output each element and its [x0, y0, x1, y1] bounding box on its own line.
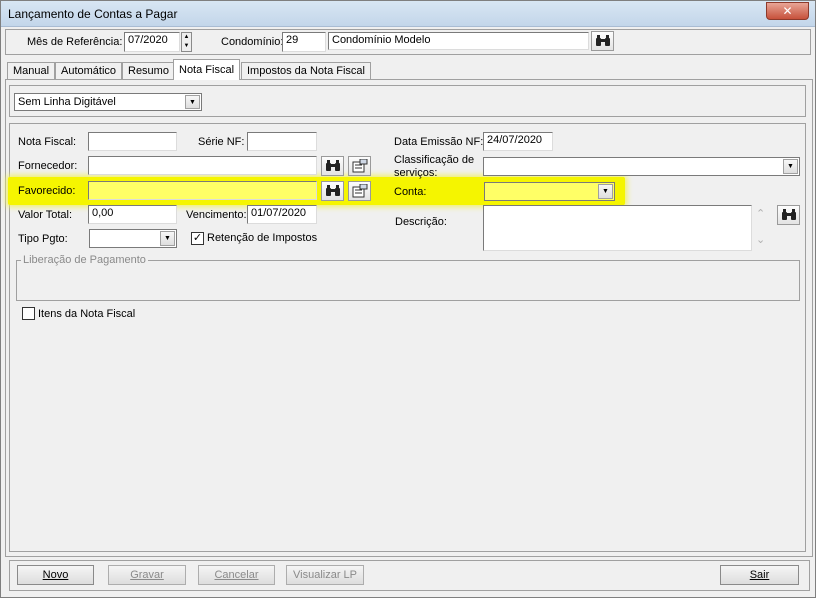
favorecido-label: Favorecido: [18, 185, 76, 197]
cancelar-button-label: Cancelar [214, 569, 259, 581]
retencao-checkbox[interactable]: ✓ [191, 232, 204, 245]
valor-total-field[interactable]: 0,00 [88, 205, 177, 224]
register-form-icon [352, 183, 367, 198]
liberacao-group [16, 260, 800, 301]
novo-button[interactable]: Novo [17, 565, 94, 585]
descricao-label: Descrição: [395, 216, 447, 228]
register-form-icon [352, 158, 367, 173]
tab-automatico[interactable]: Automático [55, 62, 123, 79]
chevron-down-icon[interactable]: ▼ [783, 159, 798, 174]
tab-impostos-nota-fiscal[interactable]: Impostos da Nota Fiscal [241, 62, 371, 79]
binoculars-icon [595, 35, 610, 46]
nota-fiscal-field[interactable] [88, 132, 177, 151]
tab-nota-fiscal[interactable]: Nota Fiscal [173, 59, 241, 80]
conta-combo[interactable]: ▼ [484, 182, 615, 201]
sair-button-label: Sair [749, 569, 770, 581]
linha-digitavel-combo[interactable]: Sem Linha Digitável ▼ [14, 93, 202, 111]
close-icon: ✕ [782, 4, 793, 18]
classificacao-label-1: Classificação de [394, 154, 475, 166]
descricao-scroll-up-icon[interactable]: ⌃ [756, 207, 765, 220]
novo-button-label: Novo [42, 569, 69, 581]
condominio-name-field[interactable]: Condomínio Modelo [328, 32, 589, 50]
descricao-textarea[interactable] [483, 205, 752, 251]
vencimento-label: Vencimento: [186, 209, 247, 221]
main-window: Lançamento de Contas a Pagar ✕ Mês de Re… [0, 0, 816, 598]
close-button[interactable]: ✕ [766, 2, 809, 20]
fornecedor-field[interactable] [88, 156, 317, 175]
gravar-button[interactable]: Gravar [108, 565, 186, 585]
chevron-down-icon[interactable]: ▼ [160, 231, 175, 246]
serie-nf-label: Série NF: [198, 136, 245, 148]
valor-total-label: Valor Total: [18, 209, 73, 221]
mes-referencia-spinner[interactable]: ▲ ▼ [181, 32, 192, 52]
condominio-code-field[interactable]: 29 [282, 32, 326, 52]
fornecedor-search-button[interactable] [321, 156, 344, 176]
itens-nota-fiscal-label[interactable]: Itens da Nota Fiscal [38, 308, 135, 320]
check-icon: ✓ [192, 232, 203, 244]
mes-referencia-label: Mês de Referência: [27, 36, 123, 48]
tab-resumo[interactable]: Resumo [122, 62, 175, 79]
condominio-search-button[interactable] [591, 31, 614, 51]
linha-digitavel-value: Sem Linha Digitável [18, 96, 116, 108]
condominio-label: Condomínio: [221, 36, 284, 48]
gravar-button-label: Gravar [130, 569, 164, 581]
serie-nf-field[interactable] [247, 132, 317, 151]
fornecedor-register-button[interactable] [348, 156, 371, 176]
tipo-pgto-label: Tipo Pgto: [18, 233, 68, 245]
itens-nota-fiscal-checkbox[interactable] [22, 307, 35, 320]
data-emissao-label: Data Emissão NF: [394, 136, 484, 148]
nota-fiscal-label: Nota Fiscal: [18, 136, 77, 148]
chevron-down-icon[interactable]: ▼ [185, 95, 200, 109]
spin-down-icon[interactable]: ▼ [182, 42, 191, 51]
visualizar-lp-button-label: Visualizar LP [293, 569, 357, 581]
window-title: Lançamento de Contas a Pagar [8, 7, 178, 21]
chevron-down-icon[interactable]: ▼ [598, 184, 613, 199]
favorecido-field[interactable] [88, 181, 317, 200]
retencao-label[interactable]: Retenção de Impostos [207, 232, 317, 244]
binoculars-icon [781, 209, 796, 220]
binoculars-icon [325, 185, 340, 196]
tipo-pgto-combo[interactable]: ▼ [89, 229, 177, 248]
vencimento-field[interactable]: 01/07/2020 [247, 205, 317, 224]
favorecido-search-button[interactable] [321, 181, 344, 201]
binoculars-icon [325, 160, 340, 171]
classificacao-label-2: serviços: [394, 167, 438, 179]
descricao-search-button[interactable] [777, 205, 800, 225]
favorecido-register-button[interactable] [348, 181, 371, 201]
spin-up-icon[interactable]: ▲ [182, 33, 191, 42]
conta-label: Conta: [394, 186, 427, 198]
classificacao-combo[interactable]: ▼ [483, 157, 800, 176]
mes-referencia-field[interactable]: 07/2020 [124, 32, 180, 52]
visualizar-lp-button[interactable]: Visualizar LP [286, 565, 364, 585]
tab-manual[interactable]: Manual [7, 62, 56, 79]
sair-button[interactable]: Sair [720, 565, 799, 585]
title-bar: Lançamento de Contas a Pagar ✕ [1, 1, 815, 27]
liberacao-legend: Liberação de Pagamento [21, 254, 148, 266]
data-emissao-field[interactable]: 24/07/2020 [483, 132, 553, 151]
descricao-scroll-down-icon[interactable]: ⌄ [756, 233, 765, 246]
cancelar-button[interactable]: Cancelar [198, 565, 275, 585]
fornecedor-label: Fornecedor: [18, 160, 78, 172]
